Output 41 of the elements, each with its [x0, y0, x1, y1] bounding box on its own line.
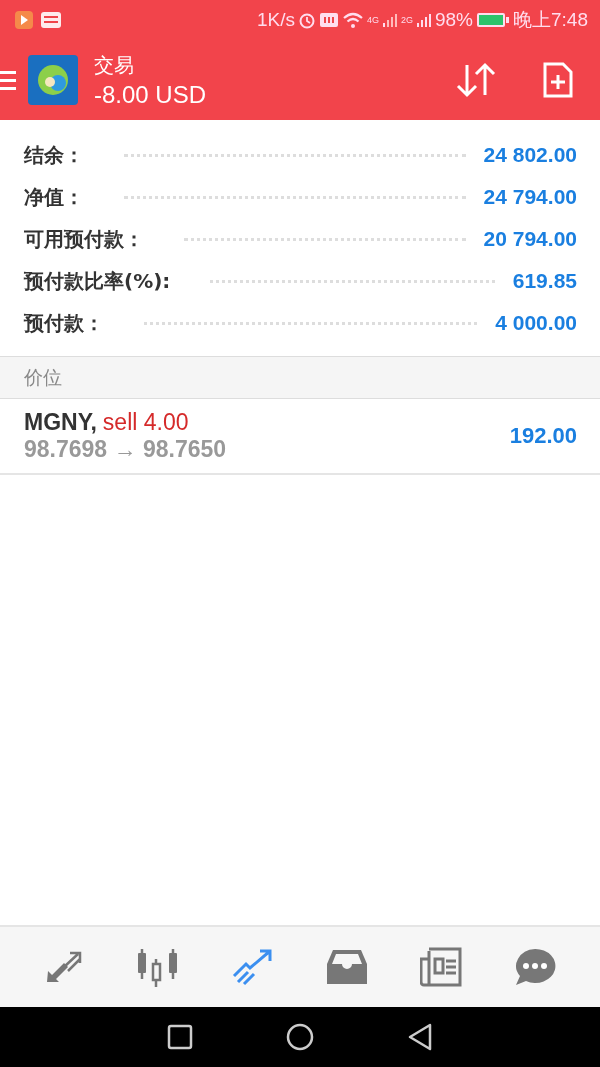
- signal-icon: [416, 12, 432, 28]
- summary-label: 可用预付款：: [24, 225, 144, 253]
- app-logo-icon: [28, 55, 78, 105]
- network-type: 4G: [366, 15, 379, 25]
- clock: 晚上7:48: [513, 8, 588, 32]
- home-button[interactable]: [286, 1023, 314, 1051]
- video-app-icon: [14, 10, 34, 30]
- screen-title: 交易: [94, 51, 135, 79]
- battery-icon: [476, 12, 510, 28]
- alarm-icon: [297, 11, 316, 29]
- battery-percent: 98%: [435, 9, 473, 31]
- new-document-icon[interactable]: [542, 61, 574, 99]
- wifi-icon: [341, 11, 364, 29]
- summary-value: 20 794.00: [483, 227, 577, 251]
- newspaper-icon: [420, 947, 462, 987]
- order-side: sell 4.00: [102, 409, 189, 435]
- position-row[interactable]: MGNY, sell 4.00 98.7698 → 98.7650 192.00: [0, 399, 600, 475]
- chat-bubble-icon: [514, 947, 556, 987]
- summary-label: 净值：: [24, 183, 84, 211]
- summary-label: 结余：: [24, 141, 84, 169]
- section-title: 价位: [24, 364, 62, 390]
- trend-arrow-icon: [232, 948, 274, 986]
- summary-value: 619.85: [512, 269, 577, 293]
- summary-value: 4 000.00: [495, 311, 577, 335]
- price-change: 98.7698 → 98.7650: [24, 436, 228, 463]
- menu-icon[interactable]: [0, 68, 16, 92]
- inbox-icon: [326, 948, 368, 986]
- summary-value: 24 794.00: [483, 185, 577, 209]
- summary-value: 24 802.00: [483, 143, 577, 167]
- signal-icon: [381, 12, 398, 28]
- position-profit: 192.00: [509, 423, 577, 449]
- news-app-icon: [40, 10, 62, 30]
- network-type: 2G: [400, 15, 413, 25]
- sort-icon[interactable]: [455, 62, 497, 98]
- back-button[interactable]: [407, 1023, 434, 1051]
- summary-label: 预付款比率(%):: [24, 267, 171, 295]
- account-profit: -8.00 USD: [94, 80, 208, 109]
- symbol: MGNY,: [24, 409, 97, 435]
- summary-label: 预付款：: [24, 309, 104, 337]
- network-speed: 1K/s: [256, 9, 295, 31]
- recent-apps-button[interactable]: [166, 1024, 193, 1050]
